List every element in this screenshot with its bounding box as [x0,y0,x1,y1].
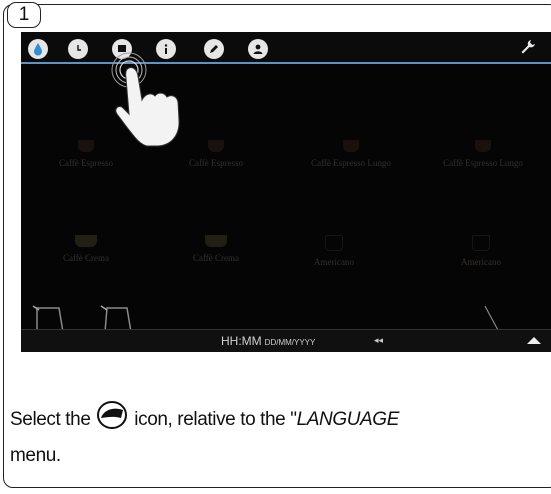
instruction-text: Select the icon, relative to the "LANGUA… [10,401,551,467]
beverage-label: Americano [314,257,354,267]
caption-part3: menu. [10,445,61,466]
beverage-tile[interactable]: Caffè Crema [21,235,151,263]
caption-menu-name: LANGUAGE [296,409,400,430]
cup-icon [75,235,97,247]
beverage-tile[interactable]: Americano [269,235,399,267]
water-drop-icon[interactable] [28,39,48,59]
beverage-label: Caffè Crema [192,253,240,263]
caption-part2: icon, relative to the " [129,409,297,430]
top-toolbar [21,32,551,62]
pencil-icon[interactable] [204,39,224,59]
status-bar: HH:MM DD/MM/YYYY ◂◂ [21,329,551,352]
arrow-up-icon[interactable] [527,337,541,344]
cup-icon [475,140,491,152]
caption-part1: Select the [10,409,91,430]
date-label: DD/MM/YYYY [264,338,316,347]
cup-icon [78,140,94,152]
beverage-tile[interactable]: Caffè Crema [151,235,281,263]
wrench-icon[interactable] [519,38,539,58]
speaker-icon[interactable]: ◂◂ [374,335,383,346]
step-number: 1 [7,2,41,28]
beverage-label: Americano [461,257,501,267]
date-time[interactable]: HH:MM DD/MM/YYYY [221,334,315,348]
beverage-label: Caffè Espresso [188,158,244,168]
toolbar-divider [21,62,551,64]
beverage-tile[interactable]: Caffè Espresso Lungo [286,140,416,168]
beverage-tile[interactable]: Caffè Espresso Lungo [418,140,548,168]
machine-screen: Caffè Espresso Caffè Espresso Caffè Espr… [21,32,551,352]
glass-icon [325,235,343,251]
time-label: HH:MM [221,334,262,348]
clock-icon[interactable] [68,39,88,59]
flag-icon [97,401,128,429]
cup-icon [205,235,227,247]
cup-icon [208,140,224,152]
beverage-label: Caffè Crema [62,253,110,263]
beverage-label: Caffè Espresso Lungo [311,158,391,168]
pointing-hand-icon [111,52,180,147]
user-icon[interactable] [248,39,268,59]
cup-icon [343,140,359,152]
beverage-label: Caffè Espresso Lungo [443,158,523,168]
beverage-label: Caffè Espresso [58,158,114,168]
glass-icon [472,235,490,251]
beverage-tile[interactable]: Americano [416,235,546,267]
